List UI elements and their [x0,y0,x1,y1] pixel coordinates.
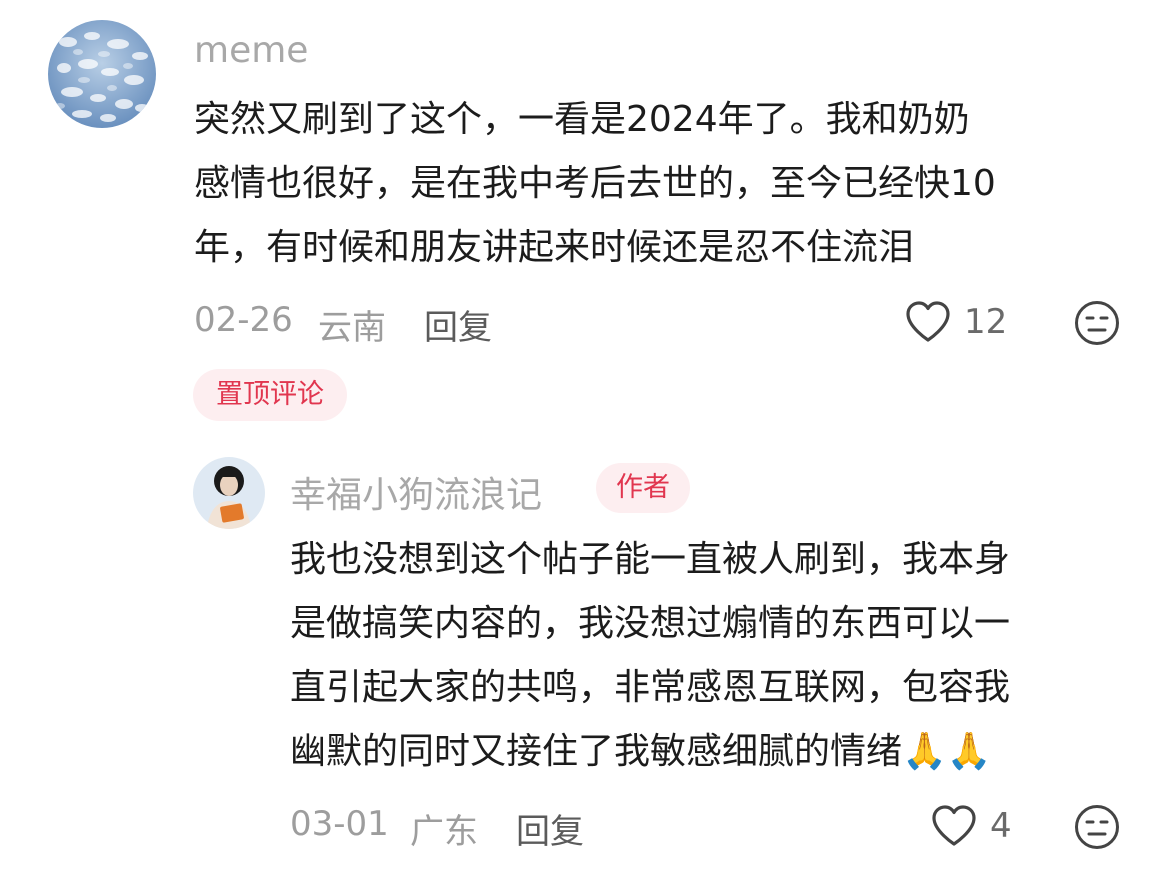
reply-text-line: 直引起大家的共鸣，非常感恩互联网，包容我 [290,667,1011,708]
like-count: 12 [964,302,1008,342]
like-count: 4 [990,806,1012,846]
reply-text-line: 幽默的同时又接住了我敏感细腻的情绪🙏🙏 [290,731,992,772]
avatar[interactable] [48,20,156,128]
heart-outline-icon [906,301,950,342]
reply-button[interactable]: 回复 [516,804,584,853]
like-button[interactable]: 4 [930,802,1012,850]
avatar[interactable] [193,457,265,529]
comment-date: 02-26 [194,300,293,340]
author-badge: 作者 [596,463,690,513]
comment-text-line: 年，有时候和朋友讲起来时候还是忍不住流泪 [194,227,915,268]
reply-button[interactable]: 回复 [424,300,492,349]
comment-location: 云南 [318,308,386,348]
avatar-sky-clouds-image [48,20,156,128]
like-button[interactable]: 12 [904,298,1007,346]
reply-location: 广东 [410,812,478,852]
heart-outline-icon [932,805,976,846]
avatar-author-image [193,457,265,529]
comment-text-line: 突然又刷到了这个，一看是2024年了。我和奶奶 [194,99,970,140]
meh-face-icon[interactable] [1074,300,1120,350]
reply-text-line: 是做搞笑内容的，我没想过煽情的东西可以一 [290,603,1011,644]
comment-text: 突然又刷到了这个，一看是2024年了。我和奶奶 感情也很好，是在我中考后去世的，… [194,88,996,280]
reply-text-line: 我也没想到这个帖子能一直被人刷到，我本身 [290,539,1011,580]
reply-username[interactable]: 幸福小狗流浪记 [290,466,542,518]
comment-text-line: 感情也很好，是在我中考后去世的，至今已经快10 [194,163,996,204]
reply-text: 我也没想到这个帖子能一直被人刷到，我本身 是做搞笑内容的，我没想过煽情的东西可以… [290,528,1010,784]
pinned-comment-badge: 置顶评论 [193,369,347,421]
meh-face-icon[interactable] [1074,804,1120,854]
reply-date: 03-01 [290,804,389,844]
comment-username[interactable]: meme [194,30,308,71]
